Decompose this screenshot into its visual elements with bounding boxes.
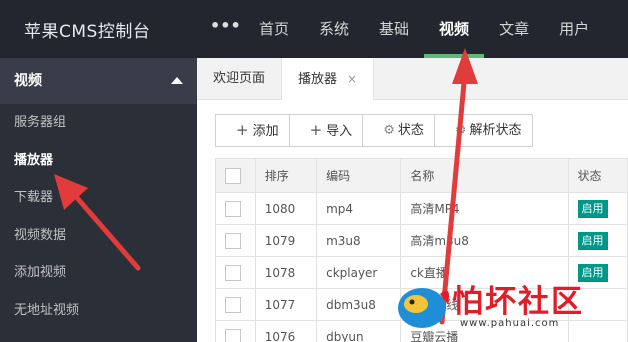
app-title: 苹果CMS控制台 bbox=[24, 22, 151, 42]
watermark-url: www.pahuai.com bbox=[460, 318, 560, 329]
nav-user[interactable]: 用户 bbox=[544, 0, 604, 58]
nav-video[interactable]: 视频 bbox=[424, 0, 485, 58]
row-select-cell bbox=[215, 192, 256, 225]
tab-player[interactable]: 播放器 × bbox=[282, 58, 375, 100]
sidebar-item-add-video[interactable]: 添加视频 bbox=[0, 254, 197, 292]
cell-code: ckplayer bbox=[316, 256, 402, 289]
import-label: 导入 bbox=[326, 124, 353, 139]
status-button[interactable]: ⚙ 状态 bbox=[362, 114, 435, 147]
row-select-cell bbox=[215, 288, 256, 321]
cell-status: 启用 bbox=[567, 224, 628, 257]
toolbar: + 添加 + 导入 ⚙ 状态 ⚙ 解析状态 bbox=[215, 114, 533, 147]
row-checkbox[interactable] bbox=[225, 232, 241, 249]
sidebar: 视频 服务器组 播放器 下载器 视频数据 添加视频 无地址视频 bbox=[0, 58, 197, 342]
more-icon[interactable]: ••• bbox=[210, 16, 241, 35]
select-all-cell bbox=[215, 158, 256, 193]
watermark-logo-icon bbox=[398, 288, 449, 328]
column-header[interactable]: 编码 bbox=[316, 158, 402, 193]
tab-welcome[interactable]: 欢迎页面 bbox=[197, 58, 283, 100]
watermark: 怕坏社区 www.pahuai.com bbox=[390, 270, 628, 342]
tab-bar: 欢迎页面 播放器 × bbox=[197, 58, 628, 100]
row-select-cell bbox=[215, 320, 256, 342]
top-bar: 苹果CMS控制台 ••• 首页 系统 基础 视频 文章 用户 bbox=[0, 0, 628, 58]
cell-order: 1076 bbox=[254, 320, 318, 342]
column-header[interactable]: 状态 bbox=[567, 158, 628, 193]
tab-label: 欢迎页面 bbox=[213, 71, 266, 86]
add-button[interactable]: + 添加 bbox=[215, 114, 290, 147]
row-select-cell bbox=[215, 256, 256, 289]
top-nav: 首页 系统 基础 视频 文章 用户 bbox=[244, 0, 604, 58]
status-label: 状态 bbox=[397, 123, 424, 138]
plus-icon: + bbox=[309, 121, 323, 139]
cell-code: mp4 bbox=[316, 192, 402, 225]
cell-order: 1080 bbox=[254, 192, 318, 225]
nav-article[interactable]: 文章 bbox=[484, 0, 544, 58]
row-select-cell bbox=[215, 224, 256, 257]
cell-code: m3u8 bbox=[316, 224, 402, 257]
column-header[interactable]: 排序 bbox=[254, 158, 318, 193]
cell-status: 启用 bbox=[567, 192, 628, 225]
tab-label: 播放器 bbox=[298, 72, 338, 87]
sidebar-item-video-data[interactable]: 视频数据 bbox=[0, 217, 197, 255]
select-all-checkbox[interactable] bbox=[225, 167, 241, 184]
add-label: 添加 bbox=[252, 124, 279, 139]
sidebar-item-downloader[interactable]: 下载器 bbox=[0, 179, 197, 217]
cell-code: dbm3u8 bbox=[316, 288, 402, 321]
cell-name: 高清MP4 bbox=[400, 192, 569, 225]
nav-home[interactable]: 首页 bbox=[244, 0, 304, 58]
nav-basic[interactable]: 基础 bbox=[364, 0, 424, 58]
sidebar-item-no-url-video[interactable]: 无地址视频 bbox=[0, 292, 197, 330]
import-button[interactable]: + 导入 bbox=[288, 114, 364, 147]
cell-code: dbyun bbox=[316, 320, 402, 342]
cell-order: 1078 bbox=[254, 256, 318, 289]
gear-icon: ⚙ bbox=[454, 123, 467, 138]
plus-icon: + bbox=[236, 121, 249, 139]
caret-up-icon bbox=[171, 77, 183, 84]
close-icon[interactable]: × bbox=[347, 72, 357, 86]
sidebar-section-label: 视频 bbox=[14, 73, 42, 89]
sidebar-item-player[interactable]: 播放器 bbox=[0, 142, 197, 180]
row-checkbox[interactable] bbox=[225, 200, 241, 217]
row-checkbox[interactable] bbox=[225, 328, 241, 342]
watermark-text: 怕坏社区 bbox=[452, 284, 584, 320]
cell-order: 1079 bbox=[254, 224, 318, 257]
table-row: 1079 m3u8 高清m3u8 启用 bbox=[215, 224, 628, 257]
parse-status-label: 解析状态 bbox=[469, 123, 522, 138]
sidebar-item-server-group[interactable]: 服务器组 bbox=[0, 104, 197, 142]
cell-name: 高清m3u8 bbox=[400, 224, 569, 257]
sidebar-section-video[interactable]: 视频 bbox=[0, 58, 197, 104]
status-badge[interactable]: 启用 bbox=[577, 231, 608, 250]
gear-icon: ⚙ bbox=[383, 123, 395, 138]
table-row: 1080 mp4 高清MP4 启用 bbox=[215, 192, 628, 225]
status-badge[interactable]: 启用 bbox=[577, 199, 608, 218]
row-checkbox[interactable] bbox=[225, 264, 241, 281]
nav-system[interactable]: 系统 bbox=[304, 0, 364, 58]
column-header[interactable]: 名称 bbox=[400, 158, 569, 193]
row-checkbox[interactable] bbox=[225, 296, 241, 313]
cell-order: 1077 bbox=[254, 288, 318, 321]
table-header-row: 排序 编码 名称 状态 bbox=[215, 158, 628, 193]
parse-status-button[interactable]: ⚙ 解析状态 bbox=[433, 114, 533, 147]
